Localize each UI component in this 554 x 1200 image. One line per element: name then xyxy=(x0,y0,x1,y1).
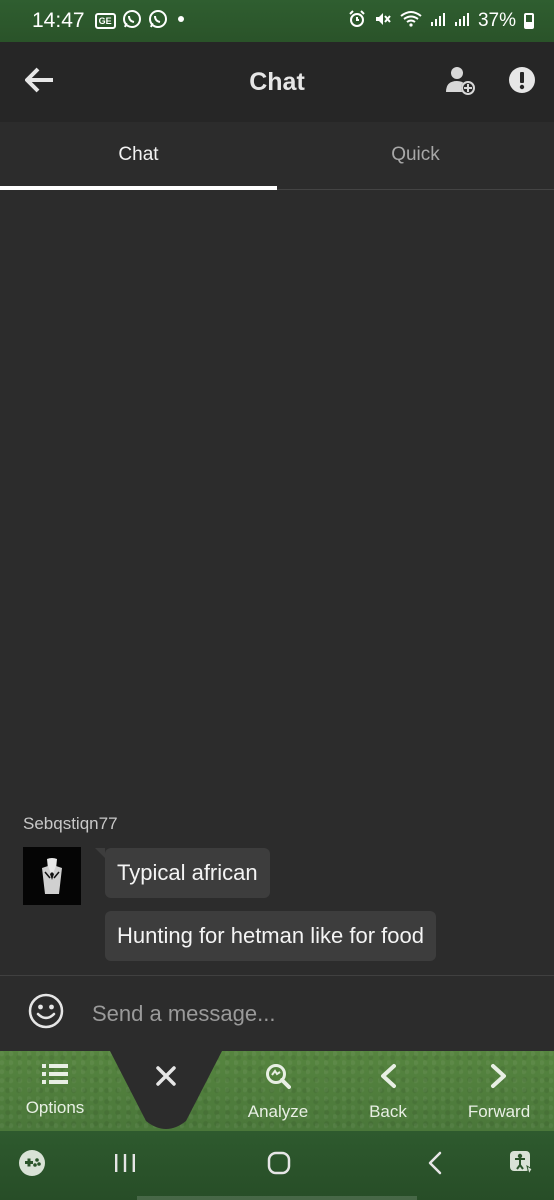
accessibility-button[interactable] xyxy=(492,1131,552,1200)
tab-bar: Chat Quick xyxy=(0,122,554,190)
signal-icon xyxy=(430,11,446,32)
exclamation-icon xyxy=(508,66,536,99)
add-user-icon xyxy=(444,64,476,101)
alarm-icon xyxy=(348,9,366,33)
system-back-button[interactable] xyxy=(405,1131,465,1200)
chevron-right-icon xyxy=(489,1063,509,1094)
avatar[interactable] xyxy=(23,847,81,905)
battery-percent: 37% xyxy=(477,10,516,31)
back-move-button[interactable]: Back xyxy=(338,1051,438,1131)
dot-icon xyxy=(174,12,188,31)
add-user-button[interactable] xyxy=(430,42,490,122)
report-button[interactable] xyxy=(492,42,552,122)
message-bubble[interactable]: Typical african xyxy=(95,848,270,898)
options-button[interactable]: Options xyxy=(5,1051,105,1131)
back-button[interactable] xyxy=(10,42,70,122)
system-nav-bar xyxy=(0,1131,554,1200)
status-time: 14:47 xyxy=(32,9,85,32)
forward-move-button[interactable]: Forward xyxy=(449,1051,549,1131)
message-bubble[interactable]: Hunting for hetman like for food xyxy=(105,911,436,961)
gesture-handle xyxy=(137,1196,417,1200)
game-launcher-button[interactable] xyxy=(2,1131,62,1200)
recents-icon xyxy=(113,1151,137,1180)
back-icon xyxy=(426,1150,444,1181)
analyze-button[interactable]: Analyze xyxy=(228,1051,328,1131)
forward-label: Forward xyxy=(467,1102,531,1121)
close-chat-button[interactable] xyxy=(116,1051,216,1131)
analyze-label: Analyze xyxy=(247,1102,309,1121)
accessibility-icon xyxy=(507,1148,537,1183)
mute-icon xyxy=(374,10,392,33)
gamepad-icon xyxy=(17,1148,47,1183)
message-input-bar xyxy=(0,975,554,1051)
recents-button[interactable] xyxy=(95,1131,155,1200)
smiley-icon xyxy=(28,993,64,1034)
game-toolbar: Options Analyze Back Forward xyxy=(0,1051,554,1131)
whatsapp-icon xyxy=(148,9,168,34)
wifi-icon xyxy=(400,10,422,33)
options-label: Options xyxy=(25,1098,85,1117)
chevron-left-icon xyxy=(378,1063,398,1094)
signal-r-icon xyxy=(454,11,470,32)
message-list[interactable]: Sebqstiqn77 Typical african Hunting for … xyxy=(0,190,554,975)
app-bar: Chat xyxy=(0,42,554,122)
emoji-button[interactable] xyxy=(0,976,92,1052)
ge-icon: GE xyxy=(94,13,116,29)
close-icon xyxy=(155,1065,177,1092)
list-icon xyxy=(42,1063,68,1090)
analyze-icon xyxy=(265,1063,291,1094)
tab-chat[interactable]: Chat xyxy=(0,122,277,190)
message-input[interactable] xyxy=(92,988,554,1039)
home-button[interactable] xyxy=(249,1131,309,1200)
whatsapp-icon xyxy=(122,9,142,34)
tab-quick[interactable]: Quick xyxy=(277,122,554,189)
message-username[interactable]: Sebqstiqn77 xyxy=(23,814,118,834)
status-bar: 14:47 GE 37% xyxy=(0,0,554,42)
battery-icon xyxy=(524,13,534,29)
back-label: Back xyxy=(369,1102,407,1121)
home-icon xyxy=(266,1150,292,1181)
arrow-left-icon xyxy=(25,67,55,98)
